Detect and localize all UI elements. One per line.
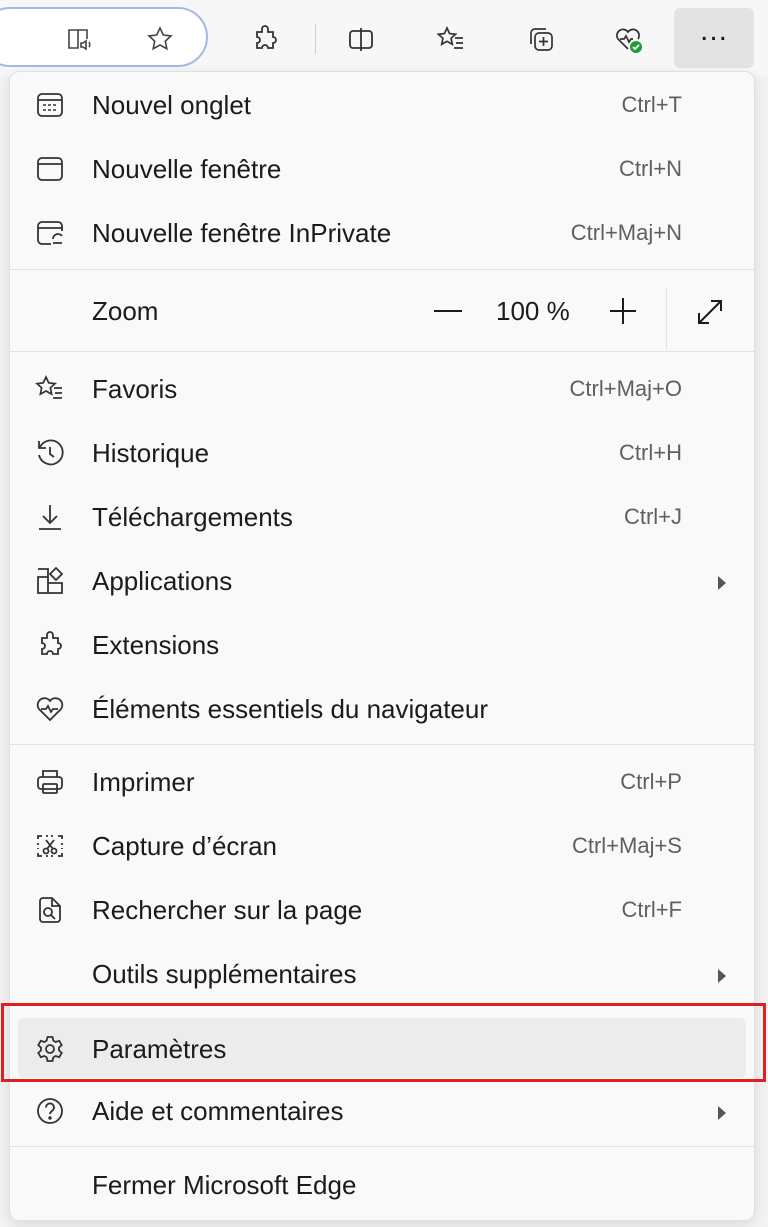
screenshot-icon <box>34 830 66 862</box>
menu-item-more-tools[interactable]: Outils supplémentaires <box>10 943 754 1003</box>
menu-divider <box>10 351 754 352</box>
menu-item-label: Extensions <box>92 630 220 660</box>
menu-item-shortcut: Ctrl+T <box>621 92 683 117</box>
menu-item-close-edge[interactable]: Fermer Microsoft Edge <box>10 1154 754 1214</box>
chevron-right-icon <box>718 969 726 983</box>
menu-item-apps[interactable]: Applications <box>10 550 754 610</box>
history-icon <box>34 437 66 469</box>
menu-item-downloads[interactable]: Téléchargements Ctrl+J <box>10 486 754 546</box>
extensions-icon <box>34 629 66 661</box>
browser-toolbar: ... <box>0 0 768 76</box>
menu-item-inprivate[interactable]: Nouvelle fenêtre InPrivate Ctrl+Maj+N <box>10 202 754 262</box>
menu-item-label: Éléments essentiels du navigateur <box>92 694 489 724</box>
download-icon <box>34 501 66 533</box>
menu-item-label: Capture d’écran <box>92 831 277 861</box>
chevron-right-icon <box>718 1106 726 1120</box>
window-icon <box>34 153 66 185</box>
menu-item-label: Imprimer <box>92 767 195 797</box>
menu-item-shortcut: Ctrl+J <box>623 504 682 529</box>
menu-item-shortcut: Ctrl+H <box>619 440 682 465</box>
inprivate-window-icon <box>34 217 66 249</box>
menu-item-shortcut: Ctrl+Maj+N <box>570 220 682 245</box>
read-aloud-icon[interactable] <box>58 17 102 61</box>
printer-icon <box>34 766 66 798</box>
menu-item-browser-essentials[interactable]: Éléments essentiels du navigateur <box>10 678 754 738</box>
help-icon <box>34 1095 66 1127</box>
menu-item-zoom: Zoom 100 % <box>10 280 754 350</box>
menu-item-print[interactable]: Imprimer Ctrl+P <box>10 751 754 811</box>
menu-item-find[interactable]: Rechercher sur la page Ctrl+F <box>10 879 754 939</box>
new-tab-icon <box>34 89 66 121</box>
menu-item-label: Fermer Microsoft Edge <box>92 1170 357 1200</box>
more-icon[interactable]: ... <box>674 8 754 68</box>
fullscreen-icon[interactable] <box>694 296 726 328</box>
collections-icon[interactable] <box>519 17 563 61</box>
chevron-right-icon <box>718 576 726 590</box>
zoom-separator <box>666 288 667 350</box>
zoom-in-button[interactable] <box>608 296 638 326</box>
menu-item-label: Rechercher sur la page <box>92 895 363 925</box>
menu-item-shortcut: Ctrl+N <box>619 156 682 181</box>
menu-divider <box>10 744 754 745</box>
menu-divider <box>10 269 754 270</box>
menu-item-new-tab[interactable]: Nouvel onglet Ctrl+T <box>10 74 754 134</box>
extensions-icon[interactable] <box>243 17 287 61</box>
menu-item-label: Aide et commentaires <box>92 1096 344 1126</box>
browser-essentials-icon <box>34 693 66 725</box>
menu-item-label: Applications <box>92 566 233 596</box>
menu-item-shortcut: Ctrl+P <box>620 769 682 794</box>
menu-divider <box>10 1146 754 1147</box>
split-screen-icon[interactable] <box>339 17 383 61</box>
menu-item-label: Nouvelle fenêtre <box>92 154 282 184</box>
menu-item-label: Historique <box>92 438 210 468</box>
browser-essentials-icon[interactable] <box>606 17 650 61</box>
apps-icon <box>34 565 66 597</box>
zoom-value: 100 % <box>496 296 570 326</box>
favorites-icon <box>34 373 66 405</box>
menu-item-shortcut: Ctrl+Maj+S <box>571 833 682 858</box>
toolbar-separator <box>315 24 316 54</box>
menu-item-shortcut: Ctrl+Maj+O <box>569 376 682 401</box>
menu-item-label: Outils supplémentaires <box>92 959 357 989</box>
menu-item-favorites[interactable]: Favoris Ctrl+Maj+O <box>10 358 754 418</box>
menu-item-screenshot[interactable]: Capture d’écran Ctrl+Maj+S <box>10 815 754 875</box>
find-on-page-icon <box>34 894 66 926</box>
menu-item-label: Téléchargements <box>92 502 293 532</box>
zoom-out-button[interactable] <box>434 310 462 312</box>
menu-item-help[interactable]: Aide et commentaires <box>10 1080 754 1140</box>
zoom-label: Zoom <box>92 296 159 326</box>
menu-item-label: Favoris <box>92 374 178 404</box>
menu-item-new-window[interactable]: Nouvelle fenêtre Ctrl+N <box>10 138 754 198</box>
menu-item-label: Nouvelle fenêtre InPrivate <box>92 218 392 248</box>
menu-item-shortcut: Ctrl+F <box>621 897 683 922</box>
menu-item-extensions[interactable]: Extensions <box>10 614 754 674</box>
menu-item-label: Nouvel onglet <box>92 90 251 120</box>
favorite-star-icon[interactable] <box>138 17 182 61</box>
highlight-annotation <box>1 1003 766 1082</box>
favorites-icon[interactable] <box>429 17 473 61</box>
menu-item-history[interactable]: Historique Ctrl+H <box>10 422 754 482</box>
